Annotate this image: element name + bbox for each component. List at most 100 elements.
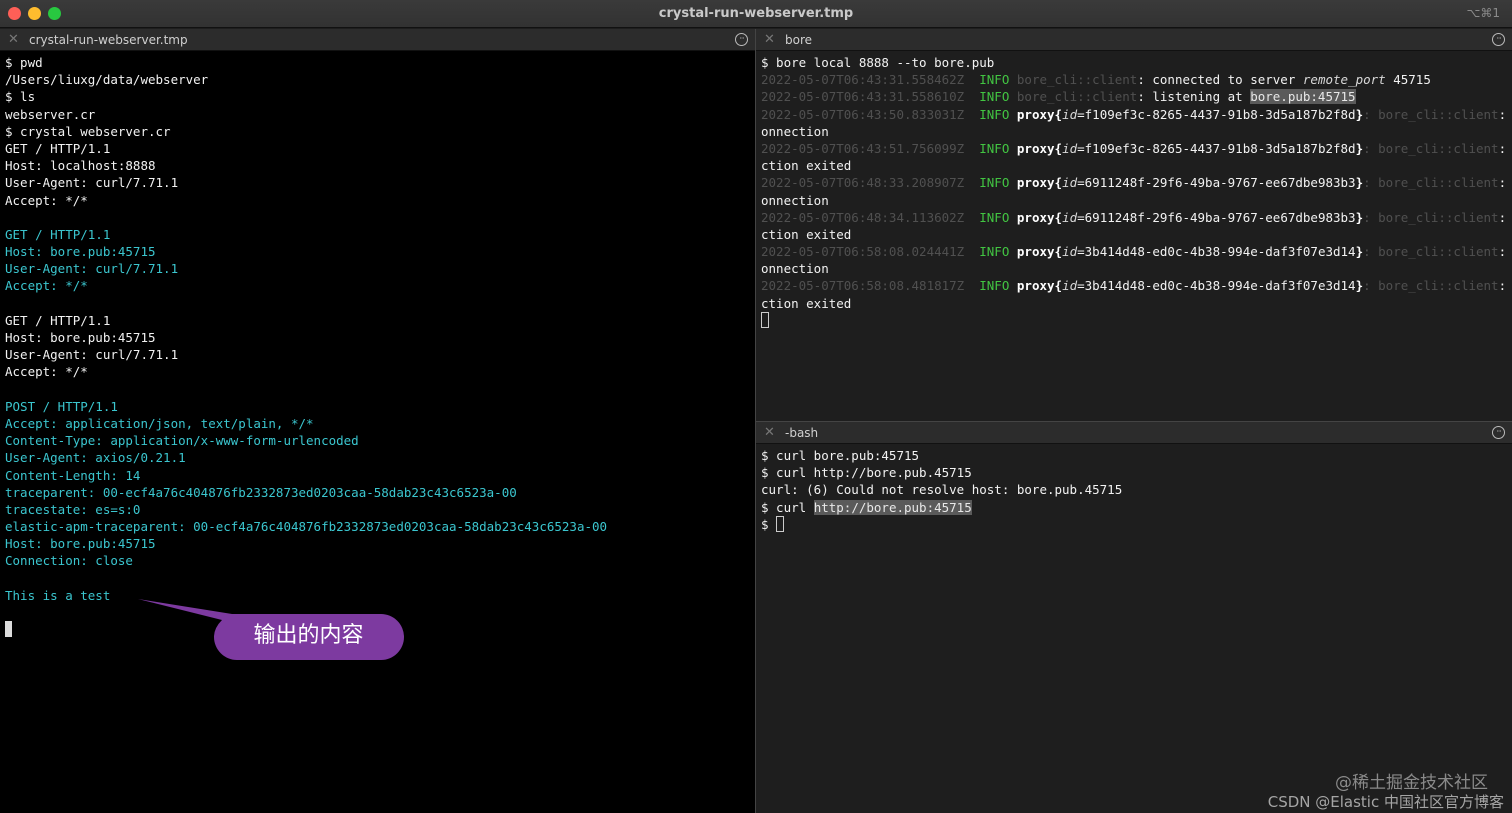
terminal-text: id [1062, 175, 1078, 191]
terminal-line: Accept: */* [5, 363, 750, 380]
terminal-line: $ pwd [5, 54, 750, 71]
terminal-text: 2022-05-07T06:43:50.833031Z [761, 106, 965, 122]
terminal-text: { [1054, 140, 1063, 156]
terminal-text: =f109ef3c-8265-4437-91b8-3d5a187b2f8d [1077, 106, 1356, 122]
terminal-text: id [1062, 244, 1078, 260]
terminal-text: GET / HTTP/1.1 [5, 226, 111, 242]
terminal-text: 2022-05-07T06:58:08.481817Z [761, 278, 965, 294]
terminal-text: : new c [1498, 244, 1507, 260]
terminal-text: INFO [964, 140, 1017, 156]
terminal-text: proxy [1016, 175, 1055, 191]
terminal-text: : connected to server [1137, 72, 1303, 88]
close-icon[interactable]: ✕ [764, 32, 775, 47]
terminal-text: $ curl [761, 499, 814, 515]
terminal-line: Accept: application/json, text/plain, */… [5, 415, 750, 432]
terminal-line: Accept: */* [5, 277, 750, 294]
terminal-text: 45715 [1385, 72, 1431, 88]
terminal-text: ction exited [761, 226, 852, 242]
terminal-text: Accept: application/json, text/plain, */… [5, 415, 314, 431]
terminal-output[interactable]: $ pwd/Users/liuxg/data/webserver $ ls webs… [0, 52, 755, 813]
terminal-text: 2022-05-07T06:43:51.756099Z [761, 140, 965, 156]
terminal-text: $ [761, 516, 777, 532]
close-icon[interactable]: ✕ [764, 425, 775, 440]
terminal-line: GET / HTTP/1.1 [5, 140, 750, 157]
terminal-text: : bore_cli::client [1363, 140, 1499, 156]
terminal-text: : conne [1498, 209, 1507, 225]
terminal-text: id [1062, 278, 1078, 294]
terminal-text: /Users/liuxg/data/webserver [5, 72, 209, 88]
terminal-pane-bore[interactable]: ✕ bore ··· $ bore local 8888 --to bore.p… [756, 29, 1512, 421]
terminal-pane-bash[interactable]: ✕ -bash ··· $ curl bore.pub:45715 $ curl … [756, 422, 1512, 813]
terminal-text: ction exited [761, 158, 852, 174]
terminal-line: This is a test [5, 587, 750, 604]
terminal-line: User-Agent: axios/0.21.1 [5, 449, 750, 466]
terminal-line: Connection: close [5, 552, 750, 569]
terminal-line: ction exited [761, 295, 1507, 312]
terminal-text: =f109ef3c-8265-4437-91b8-3d5a187b2f8d [1077, 140, 1356, 156]
terminal-line: tracestate: es=s:0 [5, 501, 750, 518]
terminal-text: id [1062, 140, 1078, 156]
terminal-text: { [1054, 278, 1063, 294]
terminal-text: elastic-apm-traceparent: 00-ecf4a76c4048… [5, 519, 608, 535]
terminal-text: INFO [964, 175, 1017, 191]
terminal-text: bore_cli::client [1016, 89, 1138, 105]
terminal-line: 2022-05-07T06:58:08.024441Z INFO proxy{i… [761, 243, 1507, 260]
terminal-text: : bore_cli::client [1363, 244, 1499, 260]
terminal-line: $ curl bore.pub:45715 [761, 447, 1507, 464]
terminal-text: $ ls [5, 89, 36, 105]
terminal-pane-webserver[interactable]: ✕ crystal-run-webserver.tmp ··· $ pwd/Us… [0, 29, 755, 813]
terminal-text: INFO [964, 106, 1017, 122]
terminal-text: Host: bore.pub:45715 [5, 330, 156, 345]
terminal-line: POST / HTTP/1.1 [5, 398, 750, 415]
terminal-text: } [1355, 140, 1364, 156]
terminal-text: proxy [1016, 106, 1055, 122]
terminal-text: INFO [964, 278, 1017, 294]
terminal-text: } [1355, 244, 1364, 260]
terminal-line: 2022-05-07T06:43:51.756099Z INFO proxy{i… [761, 140, 1507, 157]
terminal-line: User-Agent: curl/7.71.1 [5, 260, 750, 277]
terminal-text: INFO [964, 89, 1017, 105]
watermark-juejin: @稀土掘金技术社区 [1335, 773, 1488, 793]
terminal-text: { [1054, 175, 1063, 191]
terminal-output[interactable]: $ curl bore.pub:45715 $ curl http://bore.… [756, 445, 1512, 813]
terminal-text: Host: bore.pub:45715 [5, 244, 156, 260]
pane-tab-bash[interactable]: ✕ -bash ··· [756, 422, 1512, 444]
terminal-text: { [1054, 244, 1063, 260]
terminal-text: : bore_cli::client [1363, 175, 1499, 191]
pane-tab-bore[interactable]: ✕ bore ··· [756, 29, 1512, 51]
more-options-icon[interactable]: ··· [1492, 426, 1505, 439]
terminal-line: ction exited [761, 157, 1507, 174]
terminal-line: Host: bore.pub:45715 [5, 535, 750, 552]
terminal-text: bore_cli::client [1016, 72, 1138, 88]
terminal-text: : listening at [1137, 89, 1251, 105]
terminal-text: $ crystal webserver.cr [5, 123, 171, 139]
terminal-text: Accept: */* [5, 192, 88, 208]
terminal-text: User-Agent: curl/7.71.1 [5, 261, 179, 277]
terminal-text: User-Agent: curl/7.71.1 [5, 175, 179, 191]
terminal-text: : conne [1498, 278, 1507, 294]
close-icon[interactable]: ✕ [8, 32, 19, 47]
terminal-text: 2022-05-07T06:43:31.558462Z [761, 72, 965, 88]
terminal-text: webserver.cr [5, 106, 96, 122]
terminal-text: Connection: close [5, 553, 133, 569]
terminal-text: proxy [1016, 140, 1055, 156]
terminal-line: $ [761, 515, 1507, 533]
terminal-line: User-Agent: curl/7.71.1 [5, 346, 750, 363]
terminal-output[interactable]: $ bore local 8888 --to bore.pub 2022-05-0… [756, 52, 1512, 421]
more-options-icon[interactable]: ··· [1492, 33, 1505, 46]
terminal-cursor [5, 621, 12, 638]
terminal-text: proxy [1016, 244, 1055, 260]
pane-tab-label: bore [785, 33, 813, 47]
terminal-text: } [1355, 278, 1364, 294]
terminal-text: =3b414d48-ed0c-4b38-994e-daf3f07e3d14 [1077, 244, 1356, 260]
terminal-text: $ pwd [5, 55, 43, 70]
terminal-text: GET / HTTP/1.1 [5, 312, 111, 328]
pane-tab-webserver[interactable]: ✕ crystal-run-webserver.tmp ··· [0, 29, 755, 51]
terminal-text: $ curl http://bore.pub.45715 [761, 465, 972, 481]
terminal-line: GET / HTTP/1.1 [5, 312, 750, 329]
more-options-icon[interactable]: ··· [735, 33, 748, 46]
terminal-line: webserver.cr [5, 106, 750, 123]
terminal-text: INFO [964, 244, 1017, 260]
